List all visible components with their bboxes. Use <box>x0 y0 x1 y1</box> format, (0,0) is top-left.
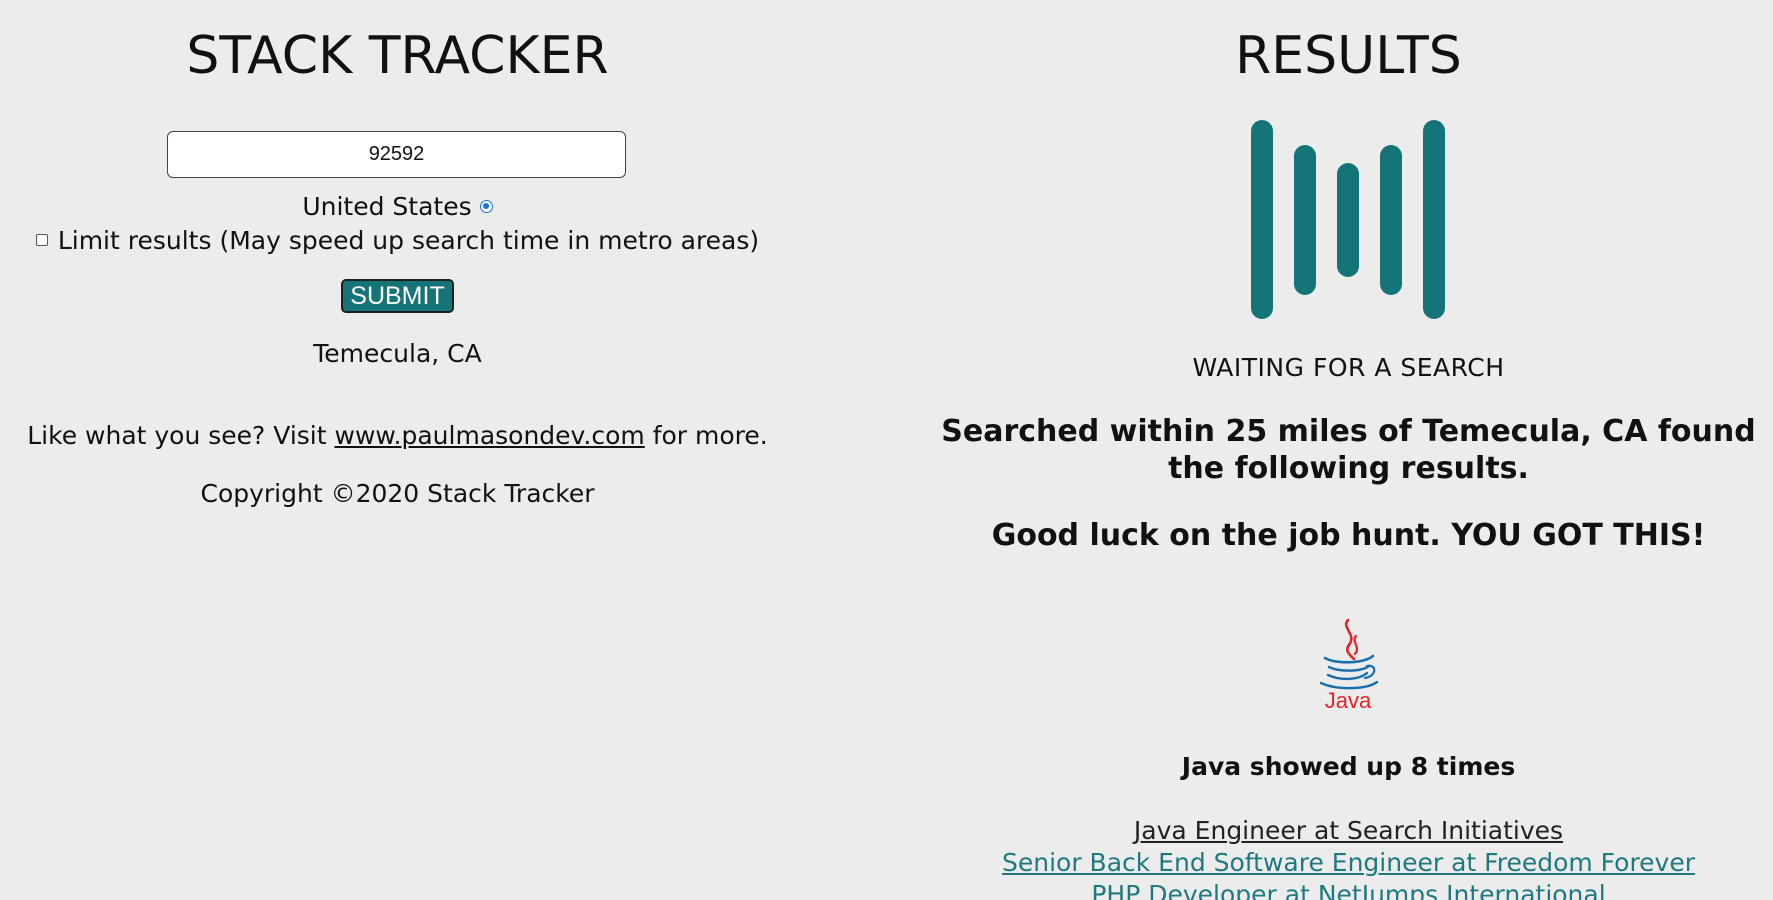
promo-prefix: Like what you see? Visit <box>27 421 335 450</box>
job-list: Java Engineer at Search Initiatives Seni… <box>911 815 1773 900</box>
country-radio[interactable] <box>479 199 493 213</box>
job-link[interactable]: PHP Developer at NetJumps International <box>1091 880 1605 900</box>
java-logo-text: Java <box>1325 688 1372 713</box>
country-label: United States <box>302 192 472 221</box>
zip-code-input[interactable] <box>167 131 626 178</box>
java-logo-icon: Java <box>1319 618 1379 713</box>
job-list-item: Senior Back End Software Engineer at Fre… <box>911 847 1773 879</box>
promo-text: Like what you see? Visit www.paulmasonde… <box>0 419 795 453</box>
limit-results-label: Limit results (May speed up search time … <box>57 226 760 255</box>
job-link[interactable]: Java Engineer at Search Initiatives <box>1134 816 1563 845</box>
job-link[interactable]: Senior Back End Software Engineer at Fre… <box>1002 848 1695 877</box>
limit-results-option[interactable]: Limit results (May speed up search time … <box>0 224 795 258</box>
promo-suffix: for more. <box>644 421 768 450</box>
copyright: Copyright ©2020 Stack Tracker <box>200 479 595 508</box>
job-list-item: PHP Developer at NetJumps International <box>911 879 1773 900</box>
page: STACK TRACKER United States Limit result… <box>0 0 1773 900</box>
submit-button[interactable]: SUBMIT <box>341 279 454 313</box>
job-list-item: Java Engineer at Search Initiatives <box>911 815 1773 847</box>
detected-location: Temecula, CA <box>313 339 482 368</box>
app-title: STACK TRACKER <box>186 26 609 86</box>
tech-count: Java showed up 8 times <box>1181 752 1516 781</box>
country-option[interactable]: United States <box>0 190 795 224</box>
promo-link[interactable]: www.paulmasondev.com <box>335 421 645 450</box>
limit-results-checkbox[interactable] <box>35 234 48 246</box>
